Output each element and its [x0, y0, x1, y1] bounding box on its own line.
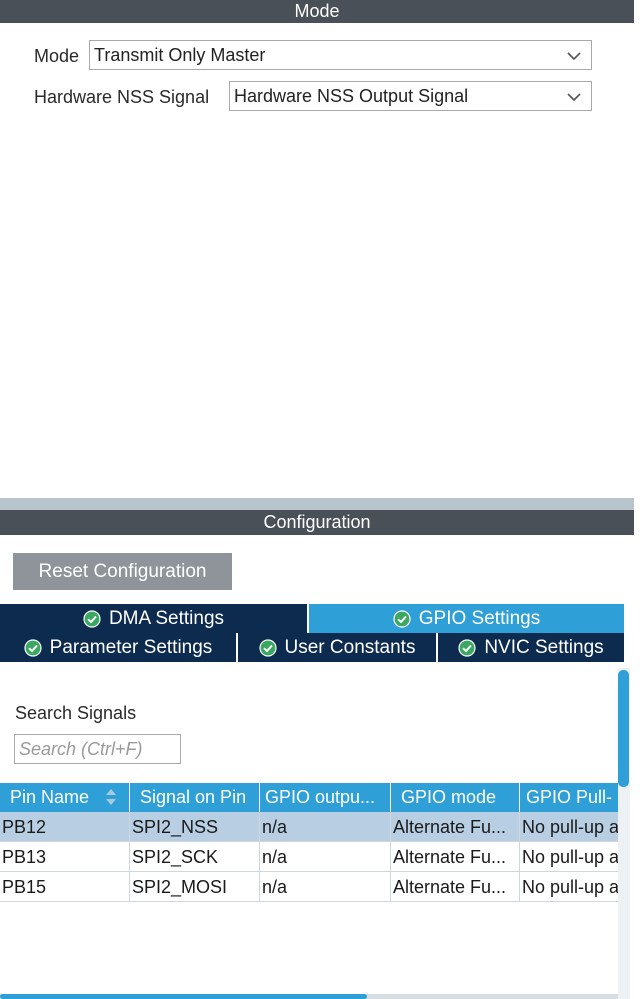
panel-splitter[interactable]	[0, 498, 634, 510]
cell-gpio-output: n/a	[260, 872, 391, 902]
mode-select-value: Transmit Only Master	[94, 45, 266, 65]
table-row[interactable]: PB12 SPI2_NSS n/a Alternate Fu... No pul…	[0, 812, 618, 842]
cell-gpio-output: n/a	[260, 842, 391, 872]
column-header-gpio-pull[interactable]: GPIO Pull-	[520, 783, 618, 812]
column-header-label: GPIO Pull-	[526, 787, 613, 807]
mode-label: Mode	[34, 46, 80, 66]
tab-parameter-settings[interactable]: Parameter Settings	[0, 633, 238, 662]
check-circle-icon	[24, 638, 42, 657]
horizontal-scrollbar-thumb[interactable]	[0, 994, 367, 999]
cell-gpio-output: n/a	[260, 812, 391, 842]
configuration-panel-header: Configuration	[0, 510, 634, 535]
column-header-pin-name[interactable]: Pin Name	[0, 783, 130, 812]
sort-icon	[106, 789, 116, 805]
check-circle-icon	[83, 609, 101, 628]
check-circle-icon	[458, 638, 476, 657]
mode-panel-title: Mode	[294, 1, 340, 21]
table-row[interactable]: PB13 SPI2_SCK n/a Alternate Fu... No pul…	[0, 842, 618, 872]
cell-pin-name: PB13	[0, 842, 130, 872]
cell-gpio-pull: No pull-up a	[520, 812, 618, 842]
tab-user-constants[interactable]: User Constants	[238, 633, 438, 662]
cell-signal: SPI2_SCK	[130, 842, 260, 872]
search-signals-input[interactable]: Search (Ctrl+F)	[14, 734, 181, 764]
cell-gpio-pull: No pull-up a	[520, 872, 618, 902]
tab-nvic-settings[interactable]: NVIC Settings	[438, 633, 624, 662]
column-header-gpio-output[interactable]: GPIO outpu...	[260, 783, 391, 812]
chevron-down-icon	[567, 93, 581, 102]
reset-configuration-label: Reset Configuration	[38, 560, 207, 582]
hardware-nss-label: Hardware NSS Signal	[34, 87, 210, 107]
cell-signal: SPI2_NSS	[130, 812, 260, 842]
column-header-label: GPIO outpu...	[265, 787, 376, 807]
cell-gpio-mode: Alternate Fu...	[391, 812, 520, 842]
tab-dma-settings-label: DMA Settings	[108, 607, 225, 629]
tab-gpio-settings[interactable]: GPIO Settings	[309, 604, 624, 633]
column-header-label: Signal on Pin	[140, 787, 247, 807]
check-circle-icon	[258, 638, 277, 657]
hardware-nss-select[interactable]: Hardware NSS Output Signal	[229, 81, 592, 111]
column-header-label: Pin Name	[10, 787, 90, 807]
cell-gpio-pull: No pull-up a	[520, 842, 618, 872]
configuration-panel-title: Configuration	[263, 512, 371, 532]
check-circle-icon	[393, 609, 411, 628]
mode-panel-header: Mode	[0, 0, 634, 23]
table-row[interactable]: PB15 SPI2_MOSI n/a Alternate Fu... No pu…	[0, 872, 618, 902]
cell-pin-name: PB15	[0, 872, 130, 902]
cell-gpio-mode: Alternate Fu...	[391, 872, 520, 902]
search-signals-placeholder: Search (Ctrl+F)	[19, 739, 143, 759]
vertical-scrollbar-thumb[interactable]	[618, 670, 629, 787]
tab-nvic-settings-label: NVIC Settings	[484, 636, 604, 658]
tab-user-constants-label: User Constants	[284, 636, 416, 658]
column-header-label: GPIO mode	[401, 787, 497, 807]
tab-parameter-settings-label: Parameter Settings	[49, 636, 213, 658]
reset-configuration-button[interactable]: Reset Configuration	[13, 553, 232, 590]
tab-gpio-settings-label: GPIO Settings	[418, 607, 541, 629]
chevron-down-icon	[567, 52, 581, 61]
cell-gpio-mode: Alternate Fu...	[391, 842, 520, 872]
tab-dma-settings[interactable]: DMA Settings	[0, 604, 309, 633]
column-header-gpio-mode[interactable]: GPIO mode	[391, 783, 520, 812]
hardware-nss-select-value: Hardware NSS Output Signal	[234, 86, 469, 106]
cell-signal: SPI2_MOSI	[130, 872, 260, 902]
mode-select[interactable]: Transmit Only Master	[89, 40, 592, 70]
column-header-signal-on-pin[interactable]: Signal on Pin	[130, 783, 260, 812]
cell-pin-name: PB12	[0, 812, 130, 842]
search-signals-label: Search Signals	[15, 703, 137, 723]
